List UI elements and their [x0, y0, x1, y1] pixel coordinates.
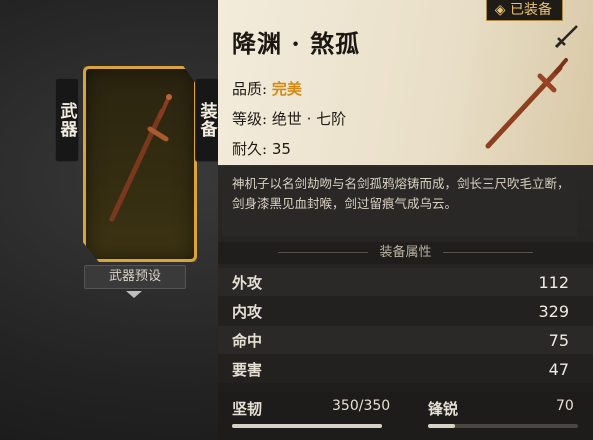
equipped-badge: ◈ 已装备	[485, 0, 563, 21]
toughness-label: 坚韧	[232, 400, 263, 418]
quality-value: 完美	[271, 80, 302, 98]
toughness-bar-fill	[232, 424, 382, 428]
quality-label: 品质:	[232, 80, 268, 98]
toughness-bar-track	[232, 424, 382, 428]
stat-value: 47	[548, 359, 569, 379]
sharpness-bar-track	[428, 424, 578, 428]
stat-value: 112	[538, 272, 569, 292]
durability-value: 35	[271, 140, 291, 158]
stat-row: 内攻 329	[218, 297, 593, 325]
quality-row: 品质: 完美	[232, 78, 302, 99]
toughness-bar-group: 坚韧 350/350	[232, 398, 390, 428]
stat-row: 命中 75	[218, 326, 593, 354]
weapon-slot-card[interactable]	[83, 66, 197, 262]
sword-edit-icon[interactable]	[553, 22, 581, 50]
sharpness-value: 70	[556, 398, 574, 414]
sharpness-label: 锋锐	[428, 400, 459, 418]
durability-label: 耐久:	[232, 140, 268, 158]
tab-equipment[interactable]: 装备	[195, 78, 219, 162]
chevron-down-icon[interactable]	[126, 291, 142, 298]
level-label: 等级:	[232, 110, 268, 128]
tab-weapon[interactable]: 武器	[55, 78, 79, 162]
stat-label: 外攻	[232, 273, 263, 292]
sword-art-icon	[485, 58, 568, 149]
level-value: 绝世 · 七阶	[271, 110, 347, 128]
stats-list: 外攻 112 内攻 329 命中 75 要害 47	[218, 268, 593, 384]
stat-row: 外攻 112	[218, 268, 593, 296]
item-description: 神机子以名剑劫吻与名剑孤鸦熔铸而成，剑长三尺吹毛立断，剑身漆黑见血封喉，剑过留痕…	[222, 170, 577, 236]
toughness-value: 350/350	[332, 398, 391, 414]
stat-value: 329	[538, 301, 569, 321]
durability-bars: 坚韧 350/350 锋锐 70	[218, 392, 593, 440]
level-row: 等级: 绝世 · 七阶	[232, 108, 346, 129]
stat-row: 要害 47	[218, 355, 593, 383]
stat-label: 内攻	[232, 302, 263, 321]
stat-label: 要害	[232, 360, 263, 379]
stats-section-title: 装备属性	[218, 242, 593, 264]
stat-value: 75	[548, 330, 569, 350]
sword-icon	[109, 94, 172, 222]
stat-label: 命中	[232, 331, 263, 350]
sharpness-bar-fill	[428, 424, 455, 428]
sharpness-bar-group: 锋锐 70	[428, 398, 578, 428]
weapon-preset-button[interactable]: 武器预设	[84, 265, 186, 289]
item-name: 降渊 · 煞孤	[232, 29, 361, 58]
durability-row: 耐久: 35	[232, 138, 291, 159]
